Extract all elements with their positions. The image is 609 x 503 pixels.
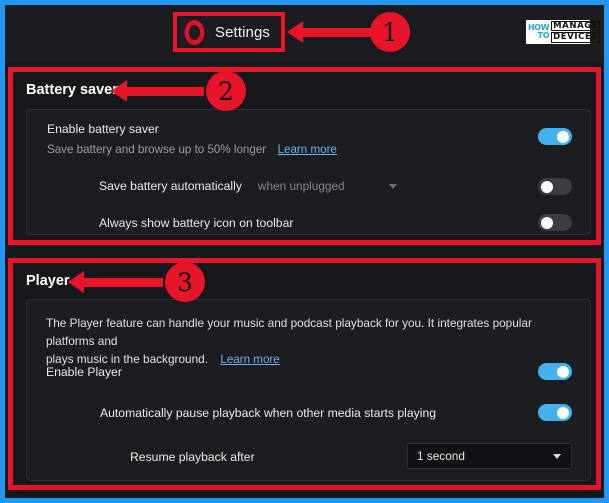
enable-battery-saver-description-group: Save battery and browse up to 50% longer…	[47, 140, 337, 158]
enable-battery-saver-label: Enable battery saver	[47, 122, 159, 136]
howtomanagedevices-logo: HOW TO MANAGE DEVICES	[526, 20, 601, 44]
player-section: Player The Player feature can handle you…	[8, 258, 601, 490]
always-show-battery-icon-row: Always show battery icon on toolbar	[27, 212, 590, 236]
save-battery-automatically-toggle[interactable]	[538, 178, 572, 195]
resume-playback-select-value: 1 second	[417, 449, 465, 463]
battery-saver-heading: Battery saver	[26, 82, 118, 98]
opera-logo-icon	[184, 19, 205, 45]
enable-player-row: Enable Player	[27, 361, 590, 387]
resume-playback-row: Resume playback after 1 second	[27, 443, 590, 473]
player-description: The Player feature can handle your music…	[46, 314, 576, 368]
annotation-number-1: 1	[370, 12, 410, 52]
resume-playback-select[interactable]: 1 second	[407, 443, 572, 469]
battery-learn-more-link[interactable]: Learn more	[278, 143, 337, 156]
auto-pause-playback-row: Automatically pause playback when other …	[27, 402, 590, 428]
enable-player-toggle[interactable]	[538, 363, 572, 380]
page-title: Settings	[215, 23, 270, 41]
logo-right-column: MANAGE DEVICES	[551, 20, 601, 44]
settings-page: Settings 1 HOW TO MANAGE DEVICES Battery…	[5, 5, 604, 498]
player-heading: Player	[26, 273, 70, 289]
settings-header: Settings 1 HOW TO MANAGE DEVICES	[5, 5, 604, 63]
toggle-knob	[541, 180, 553, 193]
toggle-knob	[557, 406, 569, 419]
annotation-arrow-2	[111, 80, 204, 102]
settings-title-group[interactable]: Settings	[173, 12, 285, 52]
save-battery-automatically-select-value: when unplugged	[258, 179, 345, 193]
save-battery-automatically-label: Save battery automatically	[99, 179, 242, 193]
player-card: The Player feature can handle your music…	[26, 299, 591, 481]
annotation-arrow-3	[68, 271, 163, 293]
auto-pause-playback-toggle[interactable]	[538, 404, 572, 421]
chevron-down-icon	[389, 183, 397, 189]
always-show-battery-icon-label: Always show battery icon on toolbar	[99, 216, 294, 230]
annotation-number-3: 3	[165, 262, 205, 302]
logo-to-text: TO	[537, 31, 550, 40]
screenshot-root: Settings 1 HOW TO MANAGE DEVICES Battery…	[0, 0, 609, 503]
toggle-knob	[541, 216, 553, 229]
annotation-arrow-1	[287, 21, 374, 43]
save-battery-automatically-row: Save battery automatically when unplugge…	[27, 173, 590, 203]
logo-devices-text: DEVICES	[551, 32, 601, 43]
chevron-down-icon	[553, 453, 561, 459]
resume-playback-label: Resume playback after	[130, 450, 255, 464]
toggle-knob	[557, 130, 569, 143]
battery-saver-section: Battery saver Enable battery saver Save …	[8, 67, 601, 245]
logo-left-column: HOW TO	[528, 24, 550, 40]
save-battery-automatically-select[interactable]: when unplugged	[249, 173, 407, 199]
logo-manage-text: MANAGE	[551, 20, 601, 31]
annotation-number-2: 2	[206, 71, 246, 111]
always-show-battery-icon-toggle[interactable]	[538, 214, 572, 231]
enable-battery-saver-toggle[interactable]	[538, 128, 572, 145]
enable-battery-saver-row: Enable battery saver Save battery and br…	[27, 122, 590, 164]
battery-saver-card: Enable battery saver Save battery and br…	[26, 109, 591, 235]
auto-pause-playback-label: Automatically pause playback when other …	[100, 406, 437, 420]
enable-player-label: Enable Player	[46, 365, 122, 379]
player-description-line1: The Player feature can handle your music…	[46, 316, 532, 348]
enable-battery-saver-description: Save battery and browse up to 50% longer	[47, 143, 267, 156]
toggle-knob	[557, 365, 569, 378]
